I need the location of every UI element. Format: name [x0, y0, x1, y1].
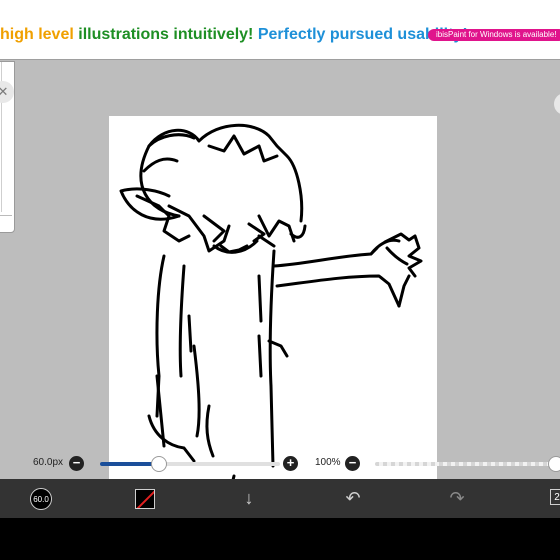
brush-size-plus-button[interactable]: +	[283, 456, 298, 471]
opacity-value: 100%	[315, 457, 341, 468]
color-button[interactable]	[110, 479, 180, 518]
banner-badge[interactable]: ibisPaint for Windows is available!	[428, 29, 560, 41]
brush-size-knob[interactable]	[151, 456, 168, 472]
bottom-toolbar: 60.0 ↓ ↶ ↷ 2	[0, 479, 560, 518]
opacity-knob[interactable]	[548, 456, 560, 472]
down-arrow-icon: ↓	[244, 488, 254, 508]
side-panel-divider	[0, 215, 12, 216]
layers-icon[interactable]: 2	[550, 489, 560, 505]
system-nav-bar	[0, 518, 560, 560]
expand-icon[interactable]: ›	[554, 93, 560, 115]
undo-icon: ↶	[345, 488, 361, 508]
brush-slider-bar: 60.0px − + 100% −	[0, 452, 560, 476]
brush-size-value: 60.0px	[33, 457, 64, 468]
color-swatch-icon	[135, 488, 155, 509]
brush-size-minus-button[interactable]: −	[69, 456, 84, 471]
banner-text-1: high level	[0, 26, 79, 43]
undo-button[interactable]: ↶	[318, 479, 388, 518]
brush-size-track[interactable]	[100, 462, 280, 466]
banner-headline: high level illustrations intuitively! Pe…	[0, 24, 468, 46]
brush-size-button[interactable]: 60.0	[6, 479, 76, 518]
opacity-track[interactable]	[375, 462, 553, 466]
redo-button[interactable]: ↷	[422, 479, 492, 518]
banner-text-3: intuitively!	[173, 26, 258, 43]
ad-banner[interactable]: high level illustrations intuitively! Pe…	[0, 0, 560, 60]
opacity-minus-button[interactable]: −	[345, 456, 360, 471]
canvas-workspace[interactable]: ✕ ›	[0, 61, 560, 518]
redo-icon: ↷	[449, 488, 465, 508]
brush-size-icon: 60.0	[30, 487, 52, 510]
down-button[interactable]: ↓	[214, 479, 284, 518]
banner-text-2: illustrations	[78, 26, 174, 43]
